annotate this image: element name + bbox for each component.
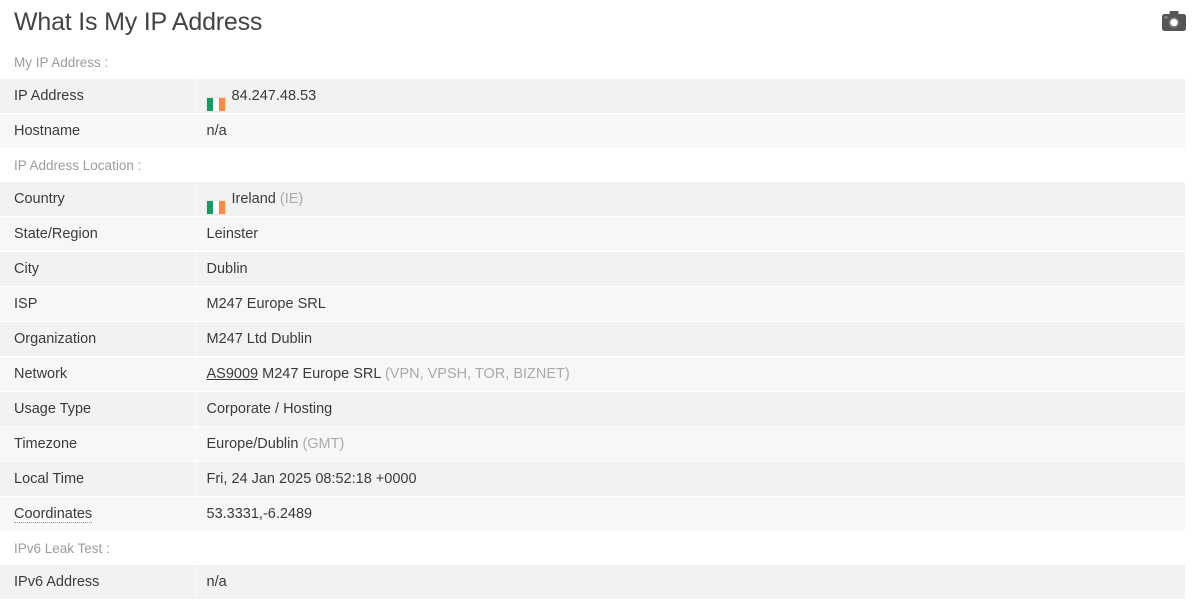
row-value-suffix: (GMT)	[302, 436, 345, 452]
table-row: Organization M247 Ltd Dublin	[0, 321, 1186, 357]
table-row: State/Region Leinster	[0, 216, 1186, 252]
row-value: M247 Europe SRL	[262, 366, 381, 382]
section-heading: IP Address Location :	[0, 148, 1186, 182]
row-value-cell: 53.3331,-6.2489	[194, 496, 1186, 532]
table-row: Usage Type Corporate / Hosting	[0, 391, 1186, 427]
row-label: Organization	[0, 321, 195, 357]
country-flag-icon	[206, 98, 225, 111]
table-row: Local Time Fri, 24 Jan 2025 08:52:18 +000…	[0, 461, 1186, 497]
row-value-suffix: (VPN, VPSH, TOR, BIZNET)	[384, 366, 570, 382]
row-label[interactable]: Coordinates	[14, 506, 93, 523]
row-value: 84.247.48.53	[231, 88, 317, 104]
table-row: Network AS9009 M247 Europe SRL (VPN, VPSH…	[0, 356, 1186, 392]
row-value: M247 Ltd Dublin	[206, 331, 313, 347]
row-value-cell: AS9009 M247 Europe SRL (VPN, VPSH, TOR, …	[194, 356, 1186, 392]
table-row: Hostname n/a	[0, 113, 1186, 149]
row-label: Network	[0, 356, 195, 392]
row-value-cell: Corporate / Hosting	[194, 391, 1186, 427]
row-value: 53.3331,-6.2489	[206, 506, 313, 522]
row-label: IP Address	[0, 79, 195, 114]
table-row: IPv6 Address n/a	[0, 565, 1186, 600]
section-heading-row: IP Address Location :	[0, 148, 1186, 182]
row-label: IPv6 Address	[0, 565, 195, 600]
table-row: City Dublin	[0, 251, 1186, 287]
row-value: n/a	[206, 123, 227, 139]
row-label: State/Region	[0, 216, 195, 252]
row-value-cell: Fri, 24 Jan 2025 08:52:18 +0000	[194, 461, 1186, 497]
table-row: Coordinates 53.3331,-6.2489	[0, 496, 1186, 532]
row-label: ISP	[0, 286, 195, 322]
row-label-cell: Coordinates	[0, 496, 195, 532]
row-label: Local Time	[0, 461, 195, 497]
section-heading-row: My IP Address :	[0, 46, 1186, 79]
row-value-cell: M247 Europe SRL	[194, 286, 1186, 322]
section-heading: IPv6 Leak Test :	[0, 531, 1186, 565]
row-value-suffix: (IE)	[279, 191, 304, 207]
row-value-cell: 84.247.48.53	[194, 79, 1186, 114]
page-title: What Is My IP Address	[14, 8, 263, 36]
page-header: What Is My IP Address	[0, 0, 1200, 46]
row-label: Timezone	[0, 426, 195, 462]
camera-icon[interactable]	[1160, 9, 1188, 33]
row-value-cell: n/a	[194, 113, 1186, 149]
row-label: Country	[0, 182, 195, 217]
row-label: Usage Type	[0, 391, 195, 427]
row-value-cell: M247 Ltd Dublin	[194, 321, 1186, 357]
row-value: Europe/Dublin	[206, 436, 299, 452]
row-value: M247 Europe SRL	[206, 296, 326, 312]
row-value: Corporate / Hosting	[206, 401, 333, 417]
row-value-cell: Ireland (IE)	[194, 182, 1186, 217]
ip-info-table: My IP Address : IP Address 84.247.48.53 Hos…	[0, 46, 1186, 600]
row-label: City	[0, 251, 195, 287]
row-value-cell: n/a	[194, 565, 1186, 600]
table-row: ISP M247 Europe SRL	[0, 286, 1186, 322]
table-row: Country Ireland (IE)	[0, 182, 1186, 217]
table-row: IP Address 84.247.48.53	[0, 79, 1186, 114]
row-value: Fri, 24 Jan 2025 08:52:18 +0000	[206, 471, 417, 487]
row-value: Dublin	[206, 261, 248, 277]
country-flag-icon	[206, 201, 225, 214]
row-value: Ireland	[231, 191, 276, 207]
table-row: Timezone Europe/Dublin (GMT)	[0, 426, 1186, 462]
asn-link[interactable]: AS9009	[207, 366, 259, 382]
row-label: Hostname	[0, 113, 195, 149]
ip-info-body: My IP Address : IP Address 84.247.48.53 Hos…	[0, 46, 1186, 600]
row-value-cell: Leinster	[194, 216, 1186, 252]
row-value: n/a	[206, 574, 227, 590]
section-heading-row: IPv6 Leak Test :	[0, 531, 1186, 565]
row-value-cell: Dublin	[194, 251, 1186, 287]
row-value: Leinster	[206, 226, 259, 242]
row-value-cell: Europe/Dublin (GMT)	[194, 426, 1186, 462]
page-root: What Is My IP Address My IP Address : IP …	[0, 0, 1200, 600]
section-heading: My IP Address :	[0, 46, 1186, 79]
